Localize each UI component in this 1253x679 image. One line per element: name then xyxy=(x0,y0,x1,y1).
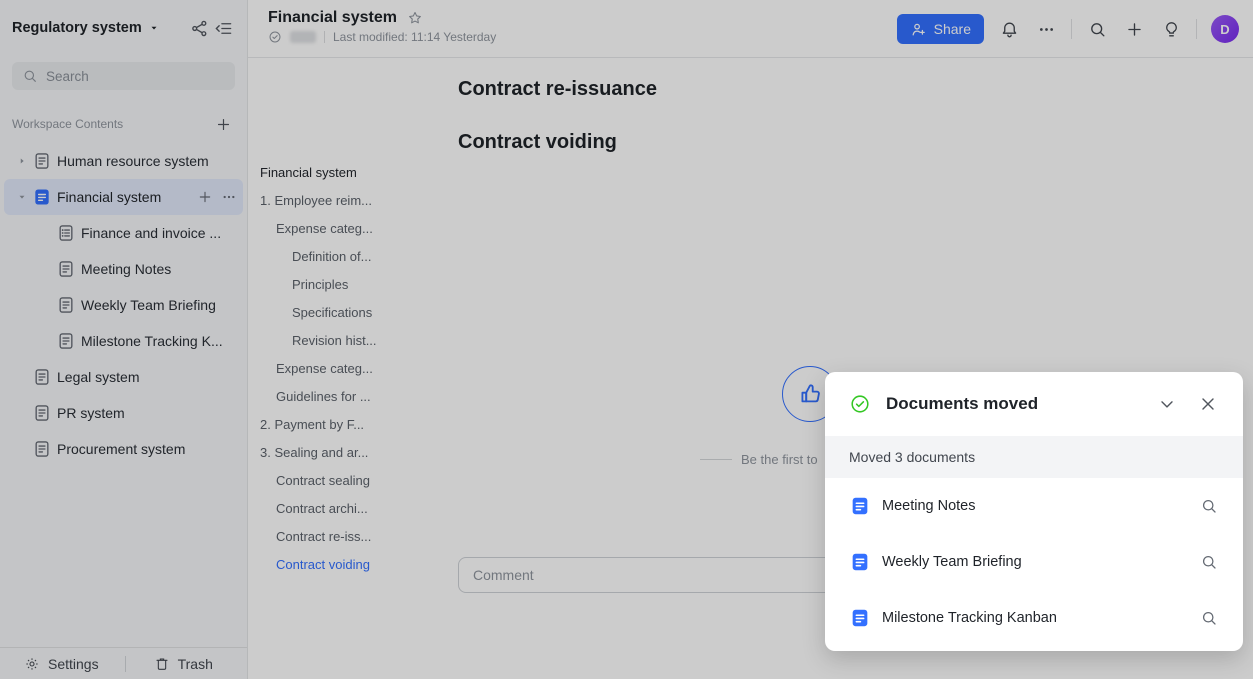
moved-document-name: Weekly Team Briefing xyxy=(882,554,1199,570)
app-window: Regulatory system Search Workspace Conte… xyxy=(0,0,1253,679)
doc-filled-icon xyxy=(849,551,871,573)
moved-documents-list: Meeting Notes Weekly Team Briefing Milesto… xyxy=(825,478,1243,646)
locate-document-icon[interactable] xyxy=(1199,552,1219,572)
moved-document-name: Meeting Notes xyxy=(882,498,1199,514)
locate-document-icon[interactable] xyxy=(1199,496,1219,516)
doc-filled-icon xyxy=(849,495,871,517)
doc-filled-icon xyxy=(849,607,871,629)
toast-title: Documents moved xyxy=(886,394,1137,414)
documents-moved-toast: Documents moved Moved 3 documents Meetin… xyxy=(825,372,1243,651)
close-toast-icon[interactable] xyxy=(1197,393,1219,415)
success-check-icon xyxy=(849,393,871,415)
moved-document-name: Milestone Tracking Kanban xyxy=(882,610,1199,626)
locate-document-icon[interactable] xyxy=(1199,608,1219,628)
moved-document-row[interactable]: Weekly Team Briefing xyxy=(825,534,1243,590)
moved-document-row[interactable]: Milestone Tracking Kanban xyxy=(825,590,1243,646)
toast-summary-bar: Moved 3 documents xyxy=(825,436,1243,478)
collapse-toast-chevron-icon[interactable] xyxy=(1156,393,1178,415)
moved-document-row[interactable]: Meeting Notes xyxy=(825,478,1243,534)
toast-summary: Moved 3 documents xyxy=(849,449,975,465)
